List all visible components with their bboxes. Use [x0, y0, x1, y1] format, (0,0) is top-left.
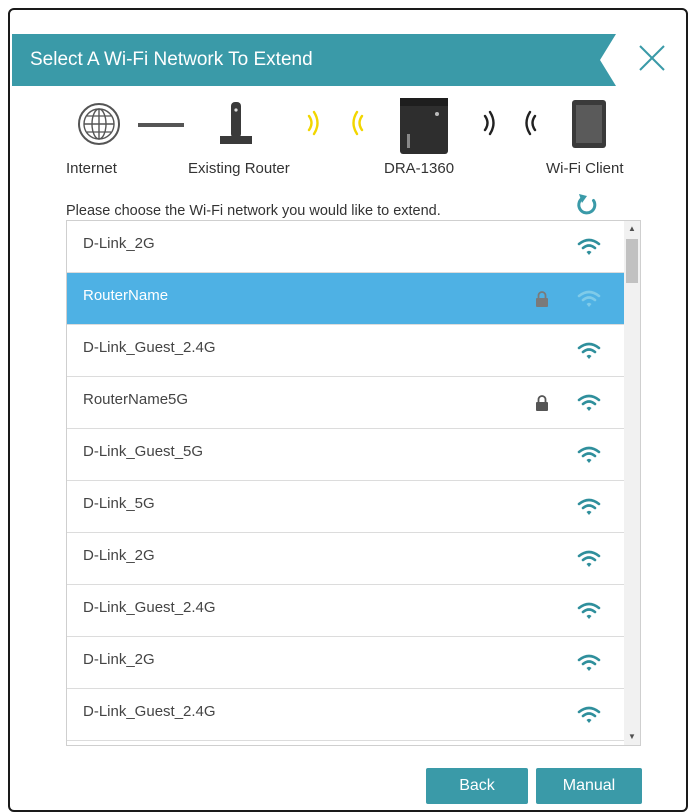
network-ssid: D-Link_Guest_2.4G	[83, 599, 216, 616]
network-ssid: D-Link_2G	[83, 547, 155, 564]
network-ssid: D-Link_Guest_2.4G	[83, 339, 216, 356]
network-ssid: RouterName	[83, 287, 169, 304]
wifi-signal-icon	[577, 289, 601, 309]
network-ssid: D-Link_Guest_2.4G	[83, 703, 216, 720]
topology-label-extender: DRA-1360	[384, 160, 455, 177]
wifi-signal-icon	[577, 653, 601, 673]
topology-label-existing-router: Existing Router	[188, 160, 290, 177]
existing-router-icon	[220, 102, 252, 144]
network-row[interactable]: D-Link_Guest_2.4G	[67, 325, 625, 377]
scroll-down-arrow-icon[interactable]: ▼	[624, 729, 640, 745]
network-ssid: D-Link_5G	[83, 495, 155, 512]
scrollbar-thumb[interactable]	[626, 239, 638, 283]
network-row[interactable]: D-Link_Guest_2.4G	[67, 689, 625, 741]
network-row[interactable]: D-Link_2G	[67, 533, 625, 585]
network-list-items: D-Link_2G RouterName D-Link_Guest_2.4G Rout…	[67, 221, 625, 741]
manual-button[interactable]: Manual	[536, 768, 642, 804]
network-ssid: D-Link_2G	[83, 235, 155, 252]
network-row[interactable]: RouterName5G	[67, 377, 625, 429]
wired-link-line	[138, 123, 184, 127]
network-list[interactable]: D-Link_2G RouterName D-Link_Guest_2.4G Rout…	[66, 220, 641, 746]
wifi-signal-icon	[577, 601, 601, 621]
scrollbar[interactable]: ▲ ▼	[624, 221, 640, 745]
network-ssid: D-Link_2G	[83, 651, 155, 668]
back-button[interactable]: Back	[426, 768, 528, 804]
wifi-signal-icon	[577, 549, 601, 569]
wifi-signal-icon	[577, 341, 601, 361]
refresh-icon[interactable]	[574, 192, 600, 218]
lock-icon	[535, 291, 549, 307]
topology-label-wifi-client: Wi-Fi Client	[546, 160, 624, 177]
network-row[interactable]: D-Link_2G	[67, 221, 625, 273]
dialog-title: Select A Wi-Fi Network To Extend	[30, 49, 313, 70]
internet-globe-icon	[78, 103, 120, 145]
wifi-signal-icon	[577, 497, 601, 517]
wifi-client-tablet-icon	[572, 100, 606, 148]
wifi-signal-waves-icon	[483, 110, 537, 136]
extender-device-icon	[400, 98, 448, 154]
instruction-text: Please choose the Wi-Fi network you woul…	[66, 203, 441, 219]
lock-icon	[535, 395, 549, 411]
network-row[interactable]: D-Link_2G	[67, 637, 625, 689]
wifi-signal-icon	[577, 445, 601, 465]
topology-diagram	[78, 98, 606, 154]
topology-label-internet: Internet	[66, 160, 117, 177]
wifi-signal-waves-icon	[307, 110, 364, 136]
network-row[interactable]: D-Link_Guest_5G	[67, 429, 625, 481]
close-icon[interactable]	[632, 38, 672, 78]
wifi-signal-icon	[577, 705, 601, 725]
network-ssid: D-Link_Guest_5G	[83, 443, 204, 460]
network-row[interactable]: D-Link_5G	[67, 481, 625, 533]
network-row[interactable]: RouterName	[67, 273, 625, 325]
wifi-signal-icon	[577, 237, 601, 257]
wifi-signal-icon	[577, 393, 601, 413]
network-ssid: RouterName5G	[83, 391, 189, 408]
scroll-up-arrow-icon[interactable]: ▲	[624, 221, 640, 237]
network-row[interactable]: D-Link_Guest_2.4G	[67, 585, 625, 637]
